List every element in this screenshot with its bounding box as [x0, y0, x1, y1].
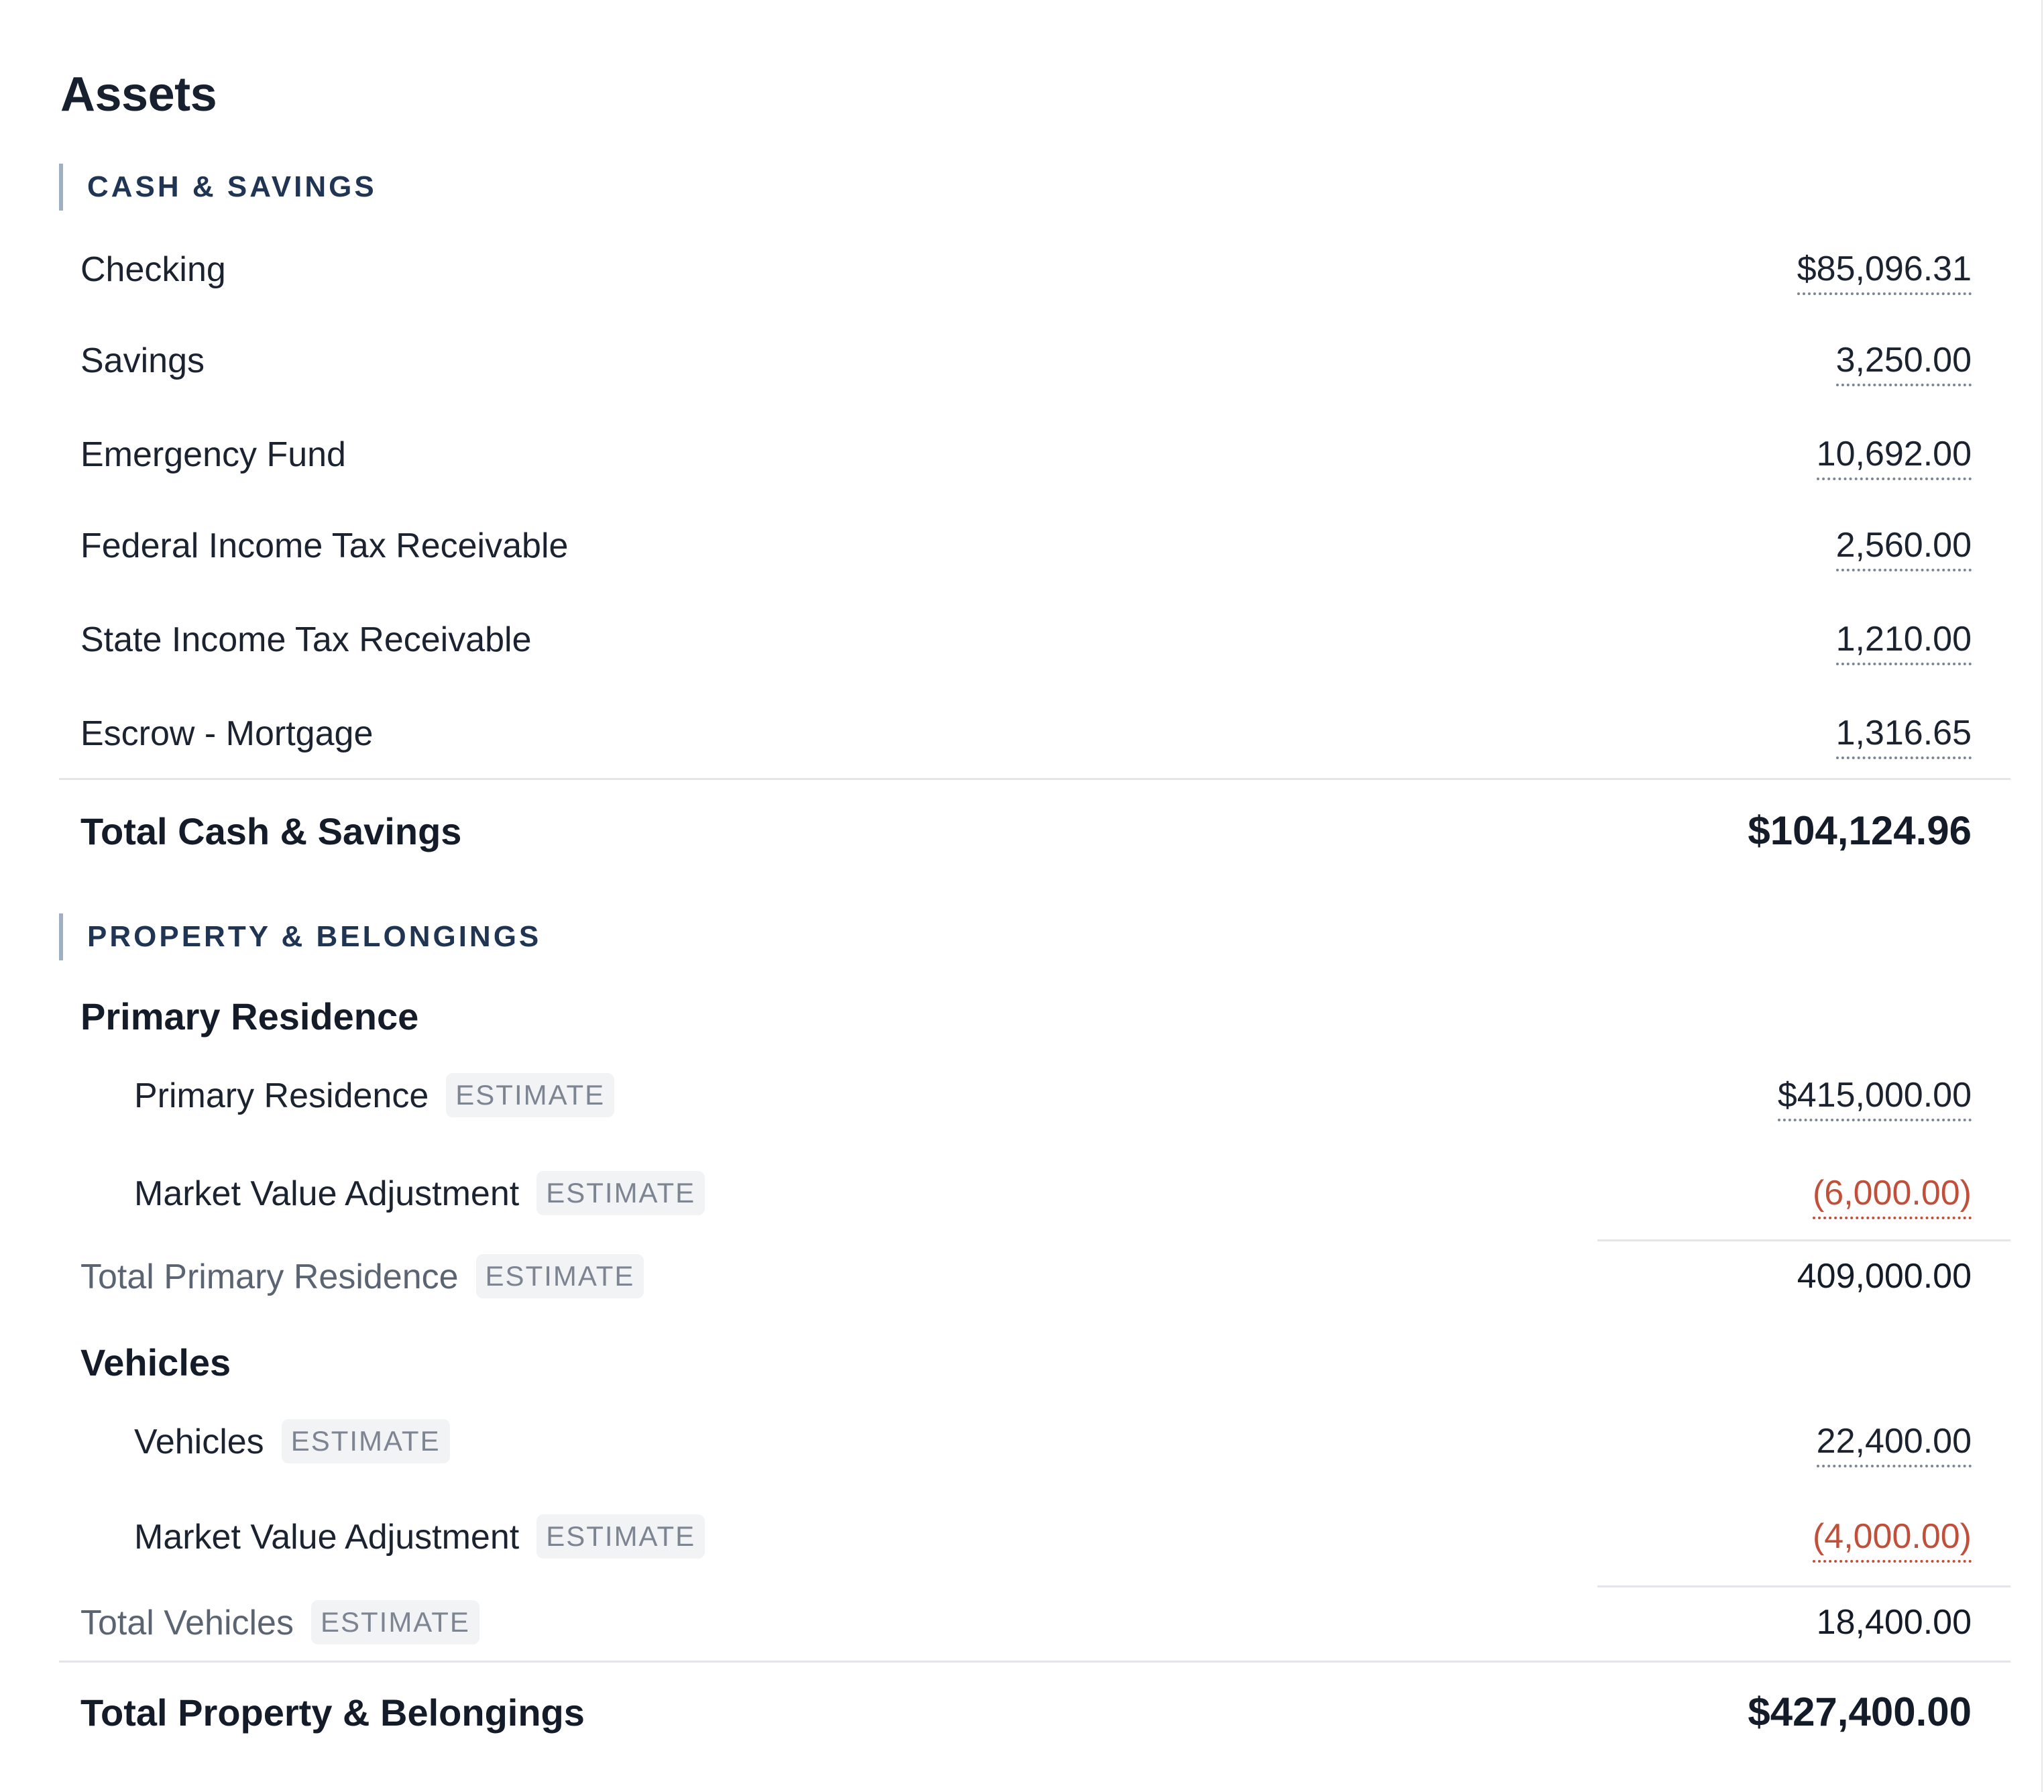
- total-label: Total Cash & Savings: [80, 810, 462, 852]
- row-label-wrap: Market Value Adjustment ESTIMATE: [134, 1167, 705, 1221]
- row-label-wrap: Total Vehicles ESTIMATE: [80, 1596, 479, 1650]
- row-label-wrap: Total Primary Residence ESTIMATE: [80, 1250, 644, 1304]
- total-label: Total Property & Belongings: [80, 1691, 585, 1734]
- estimate-badge: ESTIMATE: [281, 1419, 450, 1464]
- asset-row-residence-adjustment[interactable]: Market Value Adjustment ESTIMATE (6,000.0…: [134, 1167, 1972, 1221]
- row-label: Federal Income Tax Receivable: [80, 526, 569, 565]
- subtotal-residence-row: Total Primary Residence ESTIMATE 409,000.…: [80, 1250, 1972, 1304]
- row-label: Escrow - Mortgage: [80, 714, 374, 753]
- asset-row-checking[interactable]: Checking $85,096.31: [80, 243, 1972, 296]
- row-label-wrap: Primary Residence ESTIMATE: [134, 1069, 615, 1123]
- row-label: Market Value Adjustment: [134, 1174, 520, 1213]
- total-value: $104,124.96: [1748, 808, 1972, 853]
- subtotal-value: 18,400.00: [1816, 1603, 1972, 1642]
- subtotal-label: Total Primary Residence: [80, 1257, 459, 1296]
- row-label: Primary Residence: [134, 1076, 429, 1115]
- row-value[interactable]: 10,692.00: [1816, 431, 1972, 480]
- assets-page: Assets CASH & SAVINGS Checking $85,096.3…: [0, 0, 2044, 1792]
- total-property-row: Total Property & Belongings $427,400.00: [80, 1686, 1972, 1740]
- subtotal-value: 409,000.00: [1797, 1257, 1972, 1296]
- asset-row-escrow[interactable]: Escrow - Mortgage 1,316.65: [80, 707, 1972, 761]
- estimate-badge: ESTIMATE: [446, 1073, 615, 1118]
- asset-row-federal-tax[interactable]: Federal Income Tax Receivable 2,560.00: [80, 519, 1972, 573]
- asset-row-emergency-fund[interactable]: Emergency Fund 10,692.00: [80, 428, 1972, 482]
- row-label: Emergency Fund: [80, 435, 346, 474]
- subtotal-vehicles-row: Total Vehicles ESTIMATE 18,400.00: [80, 1596, 1972, 1650]
- subtotal-divider: [1597, 1239, 2010, 1241]
- estimate-badge: ESTIMATE: [310, 1600, 479, 1645]
- group-heading-residence: Primary Residence: [80, 995, 419, 1038]
- row-value[interactable]: 2,560.00: [1835, 522, 1972, 571]
- row-value[interactable]: 22,400.00: [1816, 1418, 1972, 1467]
- row-label-wrap: Vehicles ESTIMATE: [134, 1415, 450, 1469]
- section-heading-cash: CASH & SAVINGS: [59, 164, 377, 211]
- assets-card: Assets CASH & SAVINGS Checking $85,096.3…: [0, 0, 2043, 1792]
- estimate-badge: ESTIMATE: [536, 1171, 705, 1216]
- total-value: $427,400.00: [1748, 1689, 1972, 1734]
- asset-row-primary-residence[interactable]: Primary Residence ESTIMATE $415,000.00: [134, 1069, 1972, 1123]
- row-value[interactable]: $415,000.00: [1777, 1072, 1972, 1121]
- divider: [59, 778, 2010, 780]
- estimate-badge: ESTIMATE: [475, 1254, 644, 1299]
- divider: [59, 1661, 2010, 1663]
- estimate-badge: ESTIMATE: [536, 1514, 705, 1559]
- subtotal-label: Total Vehicles: [80, 1604, 294, 1642]
- row-label: Market Value Adjustment: [134, 1518, 520, 1557]
- row-value[interactable]: 1,210.00: [1835, 616, 1972, 665]
- row-value[interactable]: $85,096.31: [1797, 245, 1972, 295]
- page-title: Assets: [60, 68, 217, 121]
- asset-row-savings[interactable]: Savings 3,250.00: [80, 334, 1972, 388]
- row-value[interactable]: (6,000.00): [1812, 1170, 1972, 1219]
- row-value[interactable]: (4,000.00): [1812, 1513, 1972, 1563]
- row-value[interactable]: 1,316.65: [1835, 710, 1972, 759]
- asset-row-vehicles-adjustment[interactable]: Market Value Adjustment ESTIMATE (4,000.0…: [134, 1510, 1972, 1564]
- row-label-wrap: Market Value Adjustment ESTIMATE: [134, 1510, 705, 1564]
- row-label: Checking: [80, 250, 226, 289]
- row-label: Savings: [80, 341, 205, 380]
- asset-row-vehicles[interactable]: Vehicles ESTIMATE 22,400.00: [134, 1415, 1972, 1469]
- subtotal-divider: [1597, 1585, 2010, 1587]
- group-heading-vehicles: Vehicles: [80, 1341, 231, 1384]
- total-cash-row: Total Cash & Savings $104,124.96: [80, 805, 1972, 858]
- row-label: State Income Tax Receivable: [80, 620, 532, 659]
- row-label: Vehicles: [134, 1422, 264, 1461]
- asset-row-state-tax[interactable]: State Income Tax Receivable 1,210.00: [80, 613, 1972, 667]
- row-value[interactable]: 3,250.00: [1835, 337, 1972, 386]
- section-heading-property: PROPERTY & BELONGINGS: [59, 913, 541, 960]
